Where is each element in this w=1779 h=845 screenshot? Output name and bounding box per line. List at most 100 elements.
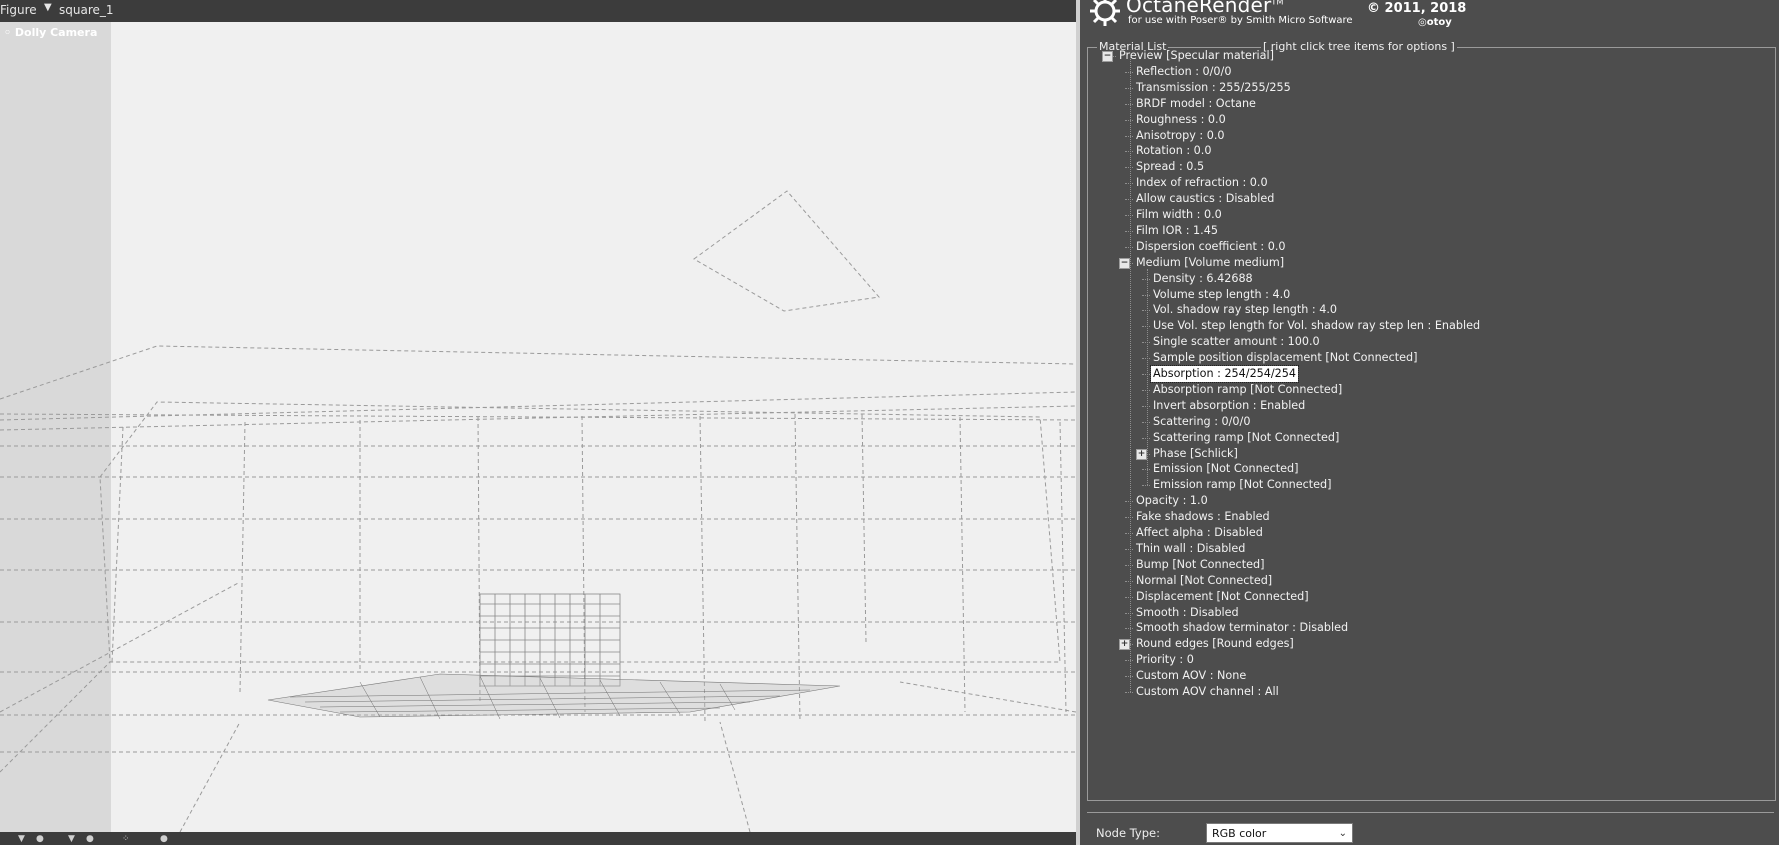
tree-connector (1125, 533, 1133, 534)
viewport-canvas[interactable]: ◦ Dolly Camera (0, 22, 1076, 832)
tree-connector (1142, 326, 1150, 328)
tree-connector (1125, 71, 1133, 73)
tree-item[interactable]: Round edges [Round edges] (1136, 636, 1294, 652)
dot-icon[interactable]: ● (36, 834, 44, 844)
tree-item[interactable]: Sample position displacement [Not Connec… (1153, 350, 1417, 366)
expand-icon[interactable]: + (1136, 448, 1147, 460)
tree-item[interactable]: Roughness : 0.0 (1136, 112, 1226, 128)
tree-item[interactable]: Custom AOV channel : All (1136, 684, 1279, 700)
tree-item[interactable]: Transmission : 255/255/255 (1136, 80, 1291, 96)
tree-guide (1130, 56, 1131, 692)
node-type-select[interactable]: RGB color ⌄ (1206, 823, 1353, 843)
tree-item[interactable]: Scattering ramp [Not Connected] (1153, 430, 1339, 446)
tree-item[interactable]: Single scatter amount : 100.0 (1153, 334, 1320, 350)
tree-item[interactable]: Dispersion coefficient : 0.0 (1136, 239, 1286, 255)
dot-icon[interactable]: ● (86, 834, 94, 844)
node-type-value: RGB color (1212, 827, 1267, 840)
tree-item[interactable]: Vol. shadow ray step length : 4.0 (1153, 302, 1337, 318)
tree-item[interactable]: Scattering : 0/0/0 (1153, 414, 1250, 430)
tree-item[interactable]: Phase [Schlick] (1153, 446, 1238, 462)
tree-item[interactable]: Preview [Specular material] (1119, 48, 1274, 64)
tree-item[interactable]: Allow caustics : Disabled (1136, 191, 1274, 207)
tree-item[interactable]: Displacement [Not Connected] (1136, 589, 1309, 605)
tree-connector (1125, 199, 1133, 201)
tree-item[interactable]: Opacity : 1.0 (1136, 493, 1208, 509)
octane-panel: OctaneRenderTM for use with Poser® by Sm… (1080, 0, 1779, 845)
tree-item[interactable]: Custom AOV : None (1136, 668, 1246, 684)
tree-connector (1142, 437, 1150, 439)
tree-connector (1125, 230, 1133, 232)
viewport-toolbar: Figure ▼ square_1 (0, 0, 1076, 22)
tree-item[interactable]: Affect alpha : Disabled (1136, 525, 1263, 541)
tree-item[interactable]: Fake shadows : Enabled (1136, 509, 1270, 525)
tree-item-selected[interactable]: Absorption : 254/254/254 (1149, 365, 1300, 383)
tree-item[interactable]: Emission ramp [Not Connected] (1153, 477, 1331, 493)
chevron-down-icon[interactable]: ▼ (18, 834, 25, 844)
tree-connector (1142, 342, 1150, 344)
tree-item[interactable]: Smooth : Disabled (1136, 605, 1239, 621)
inner-box (99, 401, 1061, 663)
selected-object-menu[interactable]: square_1 (59, 3, 114, 17)
tree-connector (1142, 421, 1150, 423)
wireframe-scene (0, 190, 1076, 832)
tree-item[interactable]: Volume step length : 4.0 (1153, 287, 1290, 303)
tree-item[interactable]: Invert absorption : Enabled (1153, 398, 1305, 414)
tree-connector (1142, 405, 1150, 407)
expand-icon[interactable]: + (1119, 639, 1130, 651)
tree-connector (1125, 215, 1133, 216)
tree-connector (1125, 183, 1133, 185)
tree-item[interactable]: Rotation : 0.0 (1136, 143, 1211, 159)
tree-connector (1125, 135, 1133, 137)
tree-item[interactable]: Smooth shadow terminator : Disabled (1136, 620, 1348, 636)
tree-connector (1142, 294, 1150, 296)
chevron-down-icon[interactable]: ▼ (44, 2, 52, 13)
tree-connector (1125, 548, 1133, 550)
tree-item[interactable]: Spread : 0.5 (1136, 159, 1204, 175)
node-type-label: Node Type: (1096, 826, 1160, 840)
tree-item[interactable]: Density : 6.42688 (1153, 271, 1253, 287)
tree-item[interactable]: Use Vol. step length for Vol. shadow ray… (1153, 318, 1480, 334)
figure-menu[interactable]: Figure (0, 3, 37, 17)
tree-item[interactable]: Medium [Volume medium] (1136, 255, 1284, 271)
tree-connector (1142, 485, 1150, 487)
tree-connector (1125, 564, 1133, 566)
collapse-icon[interactable]: − (1119, 257, 1130, 269)
tree-connector (1125, 167, 1133, 169)
tree-item[interactable]: Bump [Not Connected] (1136, 557, 1264, 573)
tree-connector (1142, 278, 1150, 280)
viewport-panel: Figure ▼ square_1 ◦ Dolly Camera ▼ ● ▼ ●… (0, 0, 1076, 845)
tree-connector (1125, 517, 1133, 519)
tree-connector (1125, 501, 1133, 503)
viewport-bottom-bar: ▼ ● ▼ ● ⁘ ● (0, 832, 1076, 845)
tree-item[interactable]: Anisotropy : 0.0 (1136, 128, 1225, 144)
tree-connector (1125, 151, 1133, 153)
tree-item[interactable]: Reflection : 0/0/0 (1136, 64, 1231, 80)
tree-connector (1125, 612, 1133, 614)
chevron-down-icon[interactable]: ▼ (68, 834, 75, 844)
collapse-icon[interactable]: − (1102, 51, 1113, 62)
outer-box-top (0, 345, 1076, 400)
separator (1087, 812, 1774, 813)
tree-connector (1142, 310, 1150, 312)
tree-item[interactable]: Emission [Not Connected] (1153, 461, 1298, 477)
tree-item[interactable]: BRDF model : Octane (1136, 96, 1256, 112)
tree-item[interactable]: Film IOR : 1.45 (1136, 223, 1218, 239)
grip-icon[interactable]: ⁘ (122, 834, 130, 844)
tree-item[interactable]: Thin wall : Disabled (1136, 541, 1245, 557)
tree-item[interactable]: Index of refraction : 0.0 (1136, 175, 1268, 191)
tree-connector (1142, 469, 1150, 471)
material-tree[interactable]: Preview [Specular material] − Reflection :… (1080, 0, 1779, 845)
tree-connector (1125, 692, 1133, 693)
tree-item[interactable]: Film width : 0.0 (1136, 207, 1222, 223)
tree-guide (1147, 268, 1148, 486)
tree-connector (1125, 676, 1133, 678)
tree-connector (1125, 660, 1133, 662)
floor-mesh (267, 673, 841, 718)
tree-item[interactable]: Absorption ramp [Not Connected] (1153, 382, 1342, 398)
tree-item[interactable]: Priority : 0 (1136, 652, 1194, 668)
tree-connector (1125, 246, 1133, 248)
tree-item[interactable]: Normal [Not Connected] (1136, 573, 1272, 589)
tree-connector (1142, 358, 1150, 360)
dot-icon[interactable]: ● (160, 834, 168, 844)
tree-connector (1125, 119, 1133, 121)
